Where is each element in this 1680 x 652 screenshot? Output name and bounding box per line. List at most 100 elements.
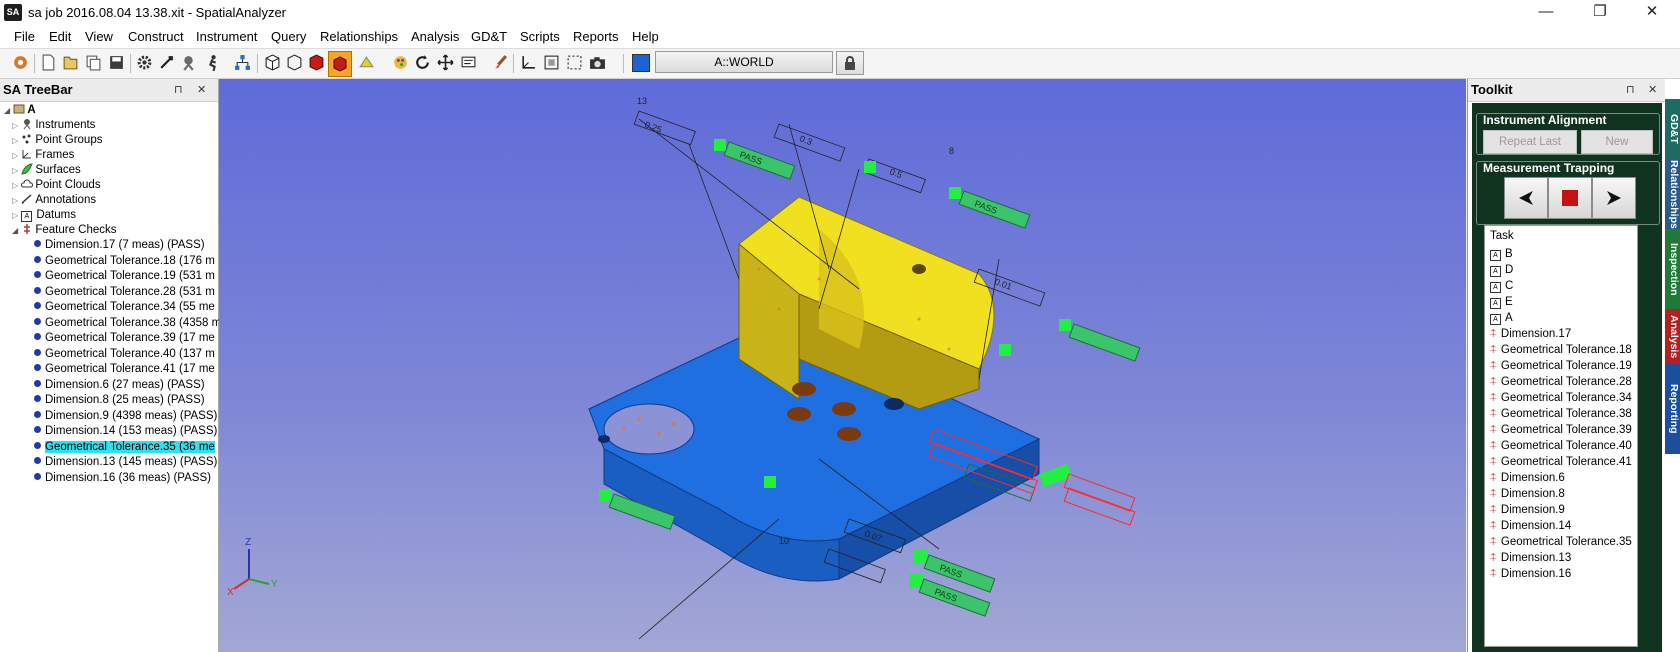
gear-icon[interactable]	[136, 54, 153, 71]
feature-check-item[interactable]: Geometrical Tolerance.40 (137 m	[34, 347, 215, 362]
task-check-item[interactable]: ⍏ Dimension.14	[1490, 518, 1571, 534]
close-icon[interactable]: ✕	[197, 83, 206, 96]
task-check-item[interactable]: ⍏ Dimension.8	[1490, 486, 1565, 502]
menu-query[interactable]: Query	[271, 29, 306, 44]
app-menu-icon[interactable]	[12, 54, 29, 71]
feature-check-item[interactable]: Geometrical Tolerance.35 (36 me	[34, 440, 215, 455]
close-icon[interactable]: ✕	[1648, 83, 1657, 96]
menu-relationships[interactable]: Relationships	[320, 29, 398, 44]
working-frame-display[interactable]: A::WORLD	[655, 51, 833, 73]
task-check-item[interactable]: ⍏ Dimension.16	[1490, 566, 1571, 582]
feature-check-item[interactable]: Geometrical Tolerance.19 (531 m	[34, 269, 215, 284]
save-icon[interactable]	[108, 54, 125, 71]
pin-icon[interactable]: ⊓	[174, 83, 183, 96]
menu-gdt[interactable]: GD&T	[471, 29, 507, 44]
tab-reporting[interactable]: Reporting	[1665, 364, 1680, 454]
menu-scripts[interactable]: Scripts	[520, 29, 560, 44]
tree-group-surfaces[interactable]: ▷ Surfaces	[12, 163, 81, 178]
feature-check-item[interactable]: Geometrical Tolerance.34 (55 me	[34, 300, 215, 315]
tree-root[interactable]: ◢ A	[4, 103, 36, 118]
cad-scene[interactable]: 0.25 0.3 0.5 0.01 0.07 13 8 10 PASS PASS…	[219, 79, 1466, 652]
cube-outline-icon[interactable]	[286, 54, 303, 71]
task-datum-item[interactable]: AD	[1490, 262, 1513, 278]
cube-icon[interactable]	[264, 54, 281, 71]
pin-icon[interactable]: ⊓	[1626, 83, 1635, 96]
menu-help[interactable]: Help	[632, 29, 659, 44]
tab-gdt[interactable]: GD&T	[1665, 99, 1680, 159]
feature-check-item[interactable]: Dimension.13 (145 meas) (PASS)	[34, 455, 217, 470]
tab-analysis[interactable]: Analysis	[1665, 309, 1680, 364]
move-icon[interactable]	[437, 54, 454, 71]
new-alignment-button[interactable]: New	[1581, 130, 1653, 154]
menu-view[interactable]: View	[85, 29, 113, 44]
feature-check-item[interactable]: Dimension.14 (153 meas) (PASS)	[34, 424, 217, 439]
task-check-item[interactable]: ⍏ Geometrical Tolerance.34	[1490, 390, 1632, 406]
task-check-item[interactable]: ⍏ Geometrical Tolerance.28	[1490, 374, 1632, 390]
frame-lock-button[interactable]	[836, 51, 864, 75]
task-check-item[interactable]: ⍏ Geometrical Tolerance.18	[1490, 342, 1632, 358]
repeat-last-button[interactable]: Repeat Last	[1483, 130, 1577, 154]
tree-group-point-clouds[interactable]: ▷ Point Clouds	[12, 178, 101, 193]
hierarchy-icon[interactable]	[234, 54, 251, 71]
minimize-button[interactable]: —	[1518, 0, 1574, 26]
feature-check-item[interactable]: Dimension.16 (36 meas) (PASS)	[34, 471, 211, 486]
task-check-item[interactable]: ⍏ Geometrical Tolerance.40	[1490, 438, 1632, 454]
view-icon[interactable]	[460, 54, 477, 71]
feature-check-item[interactable]: Geometrical Tolerance.39 (17 me	[34, 331, 215, 346]
task-datum-item[interactable]: AE	[1490, 294, 1513, 310]
task-check-item[interactable]: ⍏ Geometrical Tolerance.38	[1490, 406, 1632, 422]
feature-check-item[interactable]: Dimension.6 (27 meas) (PASS)	[34, 378, 205, 393]
task-check-item[interactable]: ⍏ Geometrical Tolerance.35	[1490, 534, 1632, 550]
palette-icon[interactable]	[392, 54, 409, 71]
feature-check-item[interactable]: Geometrical Tolerance.18 (176 m	[34, 254, 215, 269]
tab-inspection[interactable]: Inspection	[1665, 229, 1680, 309]
previous-button[interactable]	[1504, 177, 1548, 219]
fit-icon[interactable]	[543, 54, 560, 71]
task-list[interactable]: Task A B A D A C A E A A ⍏ Dimension.17 ⍏ Geometrical…	[1484, 225, 1638, 647]
measure-icon[interactable]	[158, 54, 175, 71]
task-check-item[interactable]: ⍏ Dimension.13	[1490, 550, 1571, 566]
instrument-icon[interactable]	[180, 54, 197, 71]
feature-check-item[interactable]: Dimension.17 (7 meas) (PASS)	[34, 238, 205, 253]
run-icon[interactable]	[204, 54, 221, 71]
menu-edit[interactable]: Edit	[49, 29, 71, 44]
feature-check-item[interactable]: Dimension.9 (4398 meas) (PASS)	[34, 409, 217, 424]
task-datum-item[interactable]: AB	[1490, 246, 1513, 262]
feature-check-item[interactable]: Dimension.8 (25 meas) (PASS)	[34, 393, 205, 408]
tree-group-frames[interactable]: ▷ Frames	[12, 148, 74, 163]
task-check-item[interactable]: ⍏ Dimension.17	[1490, 326, 1571, 342]
tree-group-instruments[interactable]: ▷ Instruments	[12, 118, 95, 133]
feature-check-item[interactable]: Geometrical Tolerance.28 (531 m	[34, 285, 215, 300]
menu-instrument[interactable]: Instrument	[196, 29, 257, 44]
select-icon[interactable]	[566, 54, 583, 71]
menu-analysis[interactable]: Analysis	[411, 29, 459, 44]
menu-reports[interactable]: Reports	[573, 29, 619, 44]
maximize-button[interactable]: ❐	[1572, 0, 1628, 26]
camera-icon[interactable]	[589, 54, 606, 71]
refresh-icon[interactable]	[414, 54, 431, 71]
axis-icon[interactable]	[520, 54, 537, 71]
3d-viewport[interactable]: 0.25 0.3 0.5 0.01 0.07 13 8 10 PASS PASS…	[219, 79, 1466, 652]
stop-button[interactable]	[1548, 177, 1592, 219]
feature-check-item[interactable]: Geometrical Tolerance.41 (17 me	[34, 362, 215, 377]
copy-icon[interactable]	[85, 54, 102, 71]
task-check-item[interactable]: ⍏ Geometrical Tolerance.19	[1490, 358, 1632, 374]
menu-file[interactable]: File	[14, 29, 35, 44]
next-button[interactable]	[1592, 177, 1636, 219]
new-icon[interactable]	[40, 54, 57, 71]
feature-check-item[interactable]: Geometrical Tolerance.38 (4358 m	[34, 316, 221, 331]
tab-relationships[interactable]: Relationships	[1665, 159, 1680, 229]
tree-group-point-groups[interactable]: ▷ Point Groups	[12, 133, 102, 148]
tree-group-datums[interactable]: ▷ A Datums	[12, 208, 76, 223]
close-button[interactable]: ✕	[1624, 0, 1680, 26]
red-cube-icon[interactable]	[308, 54, 325, 71]
task-datum-item[interactable]: AA	[1490, 310, 1513, 326]
task-check-item[interactable]: ⍏ Geometrical Tolerance.39	[1490, 422, 1632, 438]
menu-construct[interactable]: Construct	[128, 29, 184, 44]
task-check-item[interactable]: ⍏ Dimension.6	[1490, 470, 1565, 486]
render-mode-active-button[interactable]	[328, 51, 352, 77]
surface-icon[interactable]	[358, 54, 375, 71]
open-icon[interactable]	[62, 54, 79, 71]
task-datum-item[interactable]: AC	[1490, 278, 1513, 294]
task-check-item[interactable]: ⍏ Dimension.9	[1490, 502, 1565, 518]
